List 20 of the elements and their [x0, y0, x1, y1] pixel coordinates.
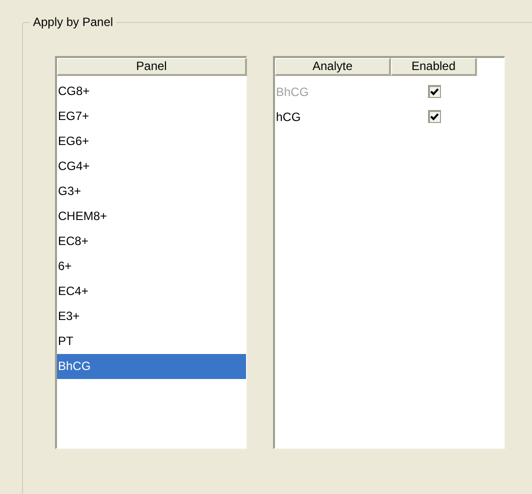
list-item[interactable]: PT [57, 329, 246, 354]
list-item[interactable]: EG7+ [57, 104, 246, 129]
list-item[interactable]: 6+ [57, 254, 246, 279]
list-item[interactable]: CHEM8+ [57, 204, 246, 229]
list-item[interactable]: E3+ [57, 304, 246, 329]
list-item[interactable]: EG6+ [57, 129, 246, 154]
analyte-name: hCG [275, 108, 302, 126]
group-title: Apply by Panel [30, 14, 116, 30]
column-header[interactable]: Enabled [391, 58, 477, 76]
list-item[interactable]: BhCG [57, 354, 246, 379]
column-header[interactable]: Panel [57, 58, 247, 76]
list-item[interactable]: EC8+ [57, 229, 246, 254]
column-header[interactable]: Analyte [275, 58, 391, 76]
panel-list[interactable]: Panel CG8+ EG7+ EG6+ CG4+ G3+ CHEM8+ EC8+ 6+ EC4+ E3+ PT BhCG [55, 56, 247, 449]
list-item[interactable]: EC4+ [57, 279, 246, 304]
list-item[interactable]: G3+ [57, 179, 246, 204]
list-item[interactable]: CG8+ [57, 79, 246, 104]
list-item[interactable]: CG4+ [57, 154, 246, 179]
checkbox[interactable] [428, 110, 440, 123]
analyte-name: BhCG [275, 84, 310, 100]
